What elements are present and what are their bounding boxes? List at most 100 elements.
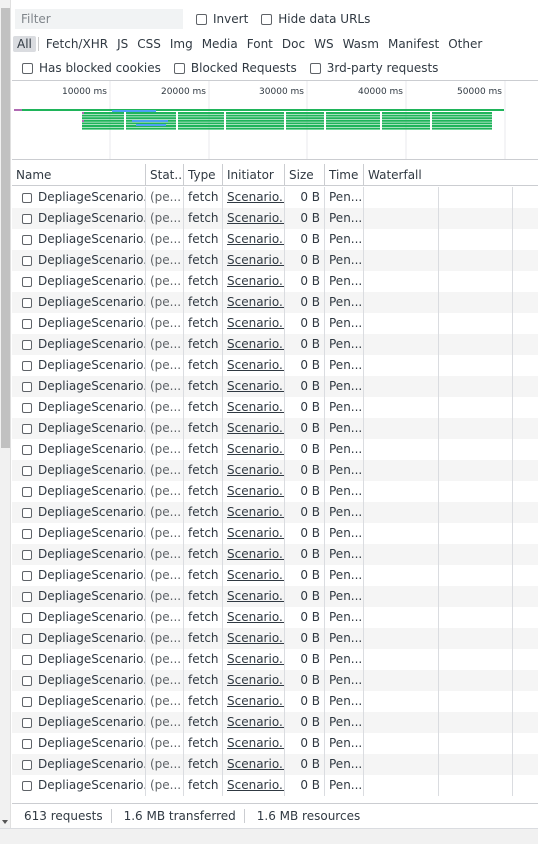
type-filter-font[interactable]: Font bbox=[243, 36, 277, 52]
row-select-checkbox[interactable] bbox=[22, 339, 32, 350]
row-select-checkbox[interactable] bbox=[22, 213, 32, 224]
row-initiator[interactable]: Scenario... bbox=[223, 712, 285, 733]
type-filter-media[interactable]: Media bbox=[198, 36, 242, 52]
row-initiator[interactable]: Scenario... bbox=[223, 754, 285, 775]
row-initiator[interactable]: Scenario... bbox=[223, 565, 285, 586]
row-initiator[interactable]: Scenario... bbox=[223, 376, 285, 397]
row-initiator[interactable]: Scenario... bbox=[223, 250, 285, 271]
row-initiator[interactable]: Scenario... bbox=[223, 397, 285, 418]
table-row[interactable]: DepliageScenario... (pe... fetch Scenario..… bbox=[12, 691, 538, 712]
table-row[interactable]: DepliageScenario... (pe... fetch Scenario..… bbox=[12, 544, 538, 565]
table-row[interactable]: DepliageScenario... (pe... fetch Scenario..… bbox=[12, 439, 538, 460]
type-filter-wasm[interactable]: Wasm bbox=[339, 36, 383, 52]
filter-input[interactable]: Filter bbox=[15, 9, 183, 29]
blocked-requests-option[interactable]: Blocked Requests bbox=[173, 61, 297, 75]
type-filter-ws[interactable]: WS bbox=[310, 36, 337, 52]
row-select-checkbox[interactable] bbox=[22, 318, 32, 329]
header-name[interactable]: Name bbox=[12, 164, 146, 186]
row-initiator[interactable]: Scenario... bbox=[223, 271, 285, 292]
row-initiator[interactable]: Scenario... bbox=[223, 439, 285, 460]
invert-checkbox[interactable] bbox=[196, 13, 207, 25]
row-initiator[interactable]: Scenario... bbox=[223, 775, 285, 796]
table-row[interactable]: DepliageScenario... (pe... fetch Scenario..… bbox=[12, 397, 538, 418]
row-initiator[interactable]: Scenario... bbox=[223, 481, 285, 502]
row-initiator[interactable]: Scenario... bbox=[223, 334, 285, 355]
table-row[interactable]: DepliageScenario... (pe... fetch Scenario..… bbox=[12, 418, 538, 439]
table-row[interactable]: DepliageScenario... (pe... fetch Scenario..… bbox=[12, 712, 538, 733]
table-row[interactable]: DepliageScenario... (pe... fetch Scenario..… bbox=[12, 313, 538, 334]
table-row[interactable]: DepliageScenario... (pe... fetch Scenario..… bbox=[12, 376, 538, 397]
table-row[interactable]: DepliageScenario... (pe... fetch Scenario..… bbox=[12, 292, 538, 313]
table-row[interactable]: DepliageScenario... (pe... fetch Scenario..… bbox=[12, 334, 538, 355]
table-row[interactable]: DepliageScenario... (pe... fetch Scenario..… bbox=[12, 460, 538, 481]
row-initiator[interactable]: Scenario... bbox=[223, 628, 285, 649]
has-blocked-cookies-checkbox[interactable] bbox=[22, 62, 33, 74]
row-select-checkbox[interactable] bbox=[22, 633, 32, 644]
table-row[interactable]: DepliageScenario... (pe... fetch Scenario..… bbox=[12, 271, 538, 292]
type-filter-manifest[interactable]: Manifest bbox=[384, 36, 443, 52]
invert-option[interactable]: Invert bbox=[196, 12, 248, 26]
row-initiator[interactable]: Scenario... bbox=[223, 187, 285, 208]
row-select-checkbox[interactable] bbox=[22, 654, 32, 665]
header-size[interactable]: Size bbox=[285, 164, 325, 186]
row-initiator[interactable]: Scenario... bbox=[223, 691, 285, 712]
row-initiator[interactable]: Scenario... bbox=[223, 649, 285, 670]
row-select-checkbox[interactable] bbox=[22, 444, 32, 455]
row-select-checkbox[interactable] bbox=[22, 402, 32, 413]
hide-data-urls-checkbox[interactable] bbox=[261, 13, 273, 25]
table-row[interactable]: DepliageScenario... (pe... fetch Scenario..… bbox=[12, 502, 538, 523]
table-row[interactable]: DepliageScenario... (pe... fetch Scenario..… bbox=[12, 628, 538, 649]
type-filter-fetch-xhr[interactable]: Fetch/XHR bbox=[42, 36, 112, 52]
row-initiator[interactable]: Scenario... bbox=[223, 355, 285, 376]
row-initiator[interactable]: Scenario... bbox=[223, 607, 285, 628]
row-select-checkbox[interactable] bbox=[22, 591, 32, 602]
table-row[interactable]: DepliageScenario... (pe... fetch Scenario..… bbox=[12, 586, 538, 607]
3rd-party-requests-option[interactable]: 3rd-party requests bbox=[309, 61, 438, 75]
type-filter-other[interactable]: Other bbox=[444, 36, 486, 52]
row-initiator[interactable]: Scenario... bbox=[223, 460, 285, 481]
timeline-overview[interactable]: 10000 ms 20000 ms 30000 ms 40000 ms 50000 ms bbox=[12, 80, 538, 160]
table-row[interactable]: DepliageScenario... (pe... fetch Scenario..… bbox=[12, 187, 538, 208]
scrollbar-thumb[interactable] bbox=[1, 8, 10, 448]
row-initiator[interactable]: Scenario... bbox=[223, 544, 285, 565]
row-select-checkbox[interactable] bbox=[22, 465, 32, 476]
row-select-checkbox[interactable] bbox=[22, 255, 32, 266]
row-select-checkbox[interactable] bbox=[22, 381, 32, 392]
row-initiator[interactable]: Scenario... bbox=[223, 670, 285, 691]
row-select-checkbox[interactable] bbox=[22, 759, 32, 770]
table-row[interactable]: DepliageScenario... (pe... fetch Scenario..… bbox=[12, 733, 538, 754]
row-select-checkbox[interactable] bbox=[22, 570, 32, 581]
header-time[interactable]: Time bbox=[325, 164, 364, 186]
table-row[interactable]: DepliageScenario... (pe... fetch Scenario..… bbox=[12, 670, 538, 691]
row-select-checkbox[interactable] bbox=[22, 738, 32, 749]
table-row[interactable]: DepliageScenario... (pe... fetch Scenario..… bbox=[12, 607, 538, 628]
has-blocked-cookies-option[interactable]: Has blocked cookies bbox=[22, 61, 161, 75]
row-initiator[interactable]: Scenario... bbox=[223, 313, 285, 334]
row-initiator[interactable]: Scenario... bbox=[223, 523, 285, 544]
row-select-checkbox[interactable] bbox=[22, 297, 32, 308]
hide-data-urls-option[interactable]: Hide data URLs bbox=[261, 12, 370, 26]
row-select-checkbox[interactable] bbox=[22, 549, 32, 560]
scroll-down-arrow-icon[interactable] bbox=[2, 820, 8, 824]
row-initiator[interactable]: Scenario... bbox=[223, 229, 285, 250]
row-select-checkbox[interactable] bbox=[22, 612, 32, 623]
row-select-checkbox[interactable] bbox=[22, 423, 32, 434]
row-initiator[interactable]: Scenario... bbox=[223, 208, 285, 229]
row-select-checkbox[interactable] bbox=[22, 528, 32, 539]
type-filter-img[interactable]: Img bbox=[166, 36, 197, 52]
table-row[interactable]: DepliageScenario... (pe... fetch Scenario..… bbox=[12, 523, 538, 544]
table-row[interactable]: DepliageScenario... (pe... fetch Scenario..… bbox=[12, 481, 538, 502]
row-select-checkbox[interactable] bbox=[22, 780, 32, 791]
header-type[interactable]: Type bbox=[184, 164, 223, 186]
header-status[interactable]: Stat.. bbox=[146, 164, 184, 186]
row-select-checkbox[interactable] bbox=[22, 276, 32, 287]
table-row[interactable]: DepliageScenario... (pe... fetch Scenario..… bbox=[12, 250, 538, 271]
3rd-party-requests-checkbox[interactable] bbox=[309, 62, 321, 74]
row-select-checkbox[interactable] bbox=[22, 360, 32, 371]
row-select-checkbox[interactable] bbox=[22, 696, 32, 707]
row-initiator[interactable]: Scenario... bbox=[223, 502, 285, 523]
row-select-checkbox[interactable] bbox=[22, 717, 32, 728]
header-initiator[interactable]: Initiator bbox=[223, 164, 285, 186]
table-row[interactable]: DepliageScenario... (pe... fetch Scenario..… bbox=[12, 649, 538, 670]
type-filter-js[interactable]: JS bbox=[113, 36, 132, 52]
